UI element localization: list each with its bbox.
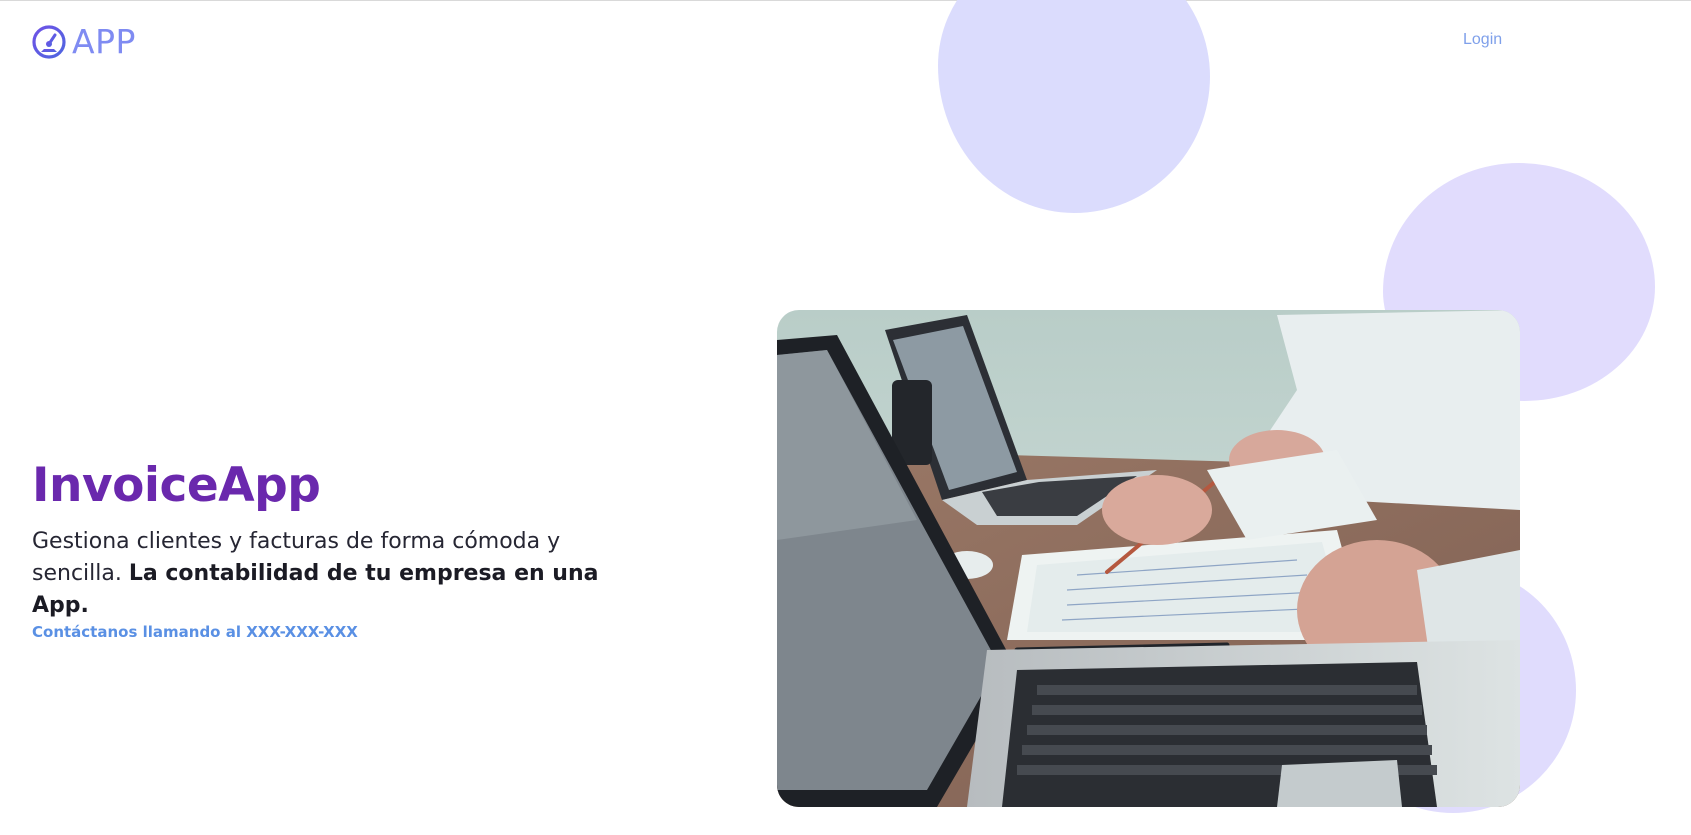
login-link[interactable]: Login — [1463, 31, 1502, 49]
hero-photo-laptops — [777, 310, 1520, 807]
speedometer-icon — [32, 25, 66, 59]
hero-title: InvoiceApp — [32, 458, 321, 513]
logo-text: APP — [72, 22, 136, 61]
decorative-blob-top — [938, 0, 1210, 213]
hero-description: Gestiona clientes y facturas de forma có… — [32, 526, 632, 622]
contact-phone-link[interactable]: Contáctanos llamando al XXX-XXX-XXX — [32, 623, 358, 641]
top-border — [0, 0, 1691, 1]
logo-link[interactable]: APP — [32, 22, 136, 62]
